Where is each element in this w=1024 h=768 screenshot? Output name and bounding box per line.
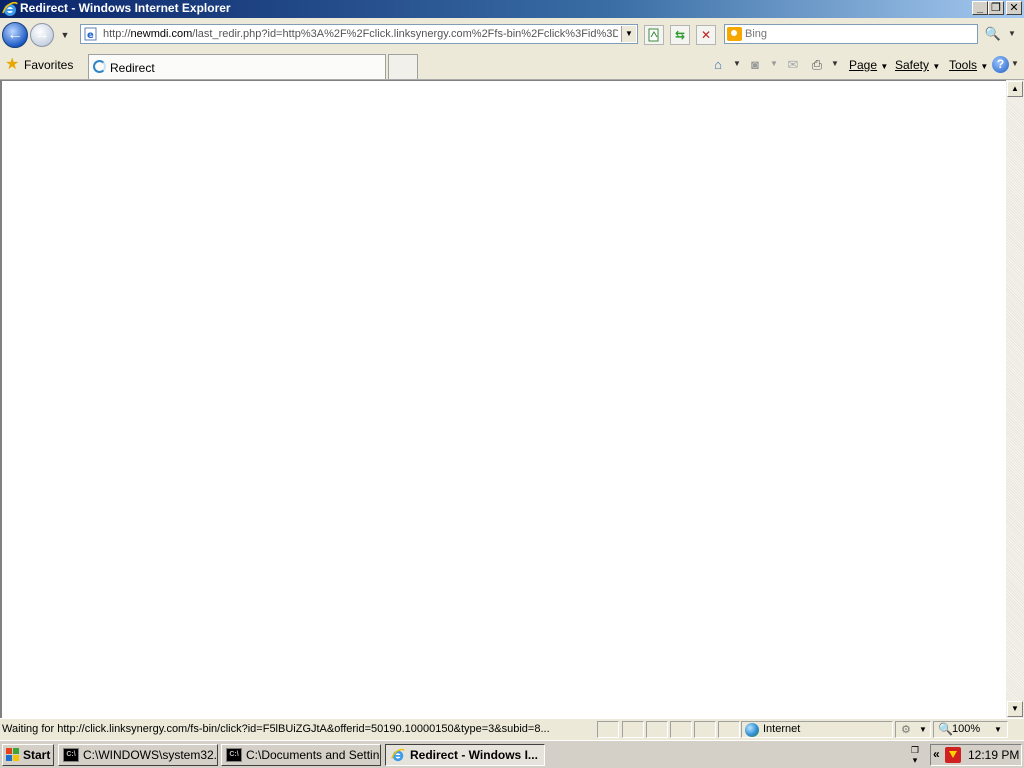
taskbar-item-cmd-documents[interactable]: C:\ C:\Documents and Settin...: [221, 744, 381, 766]
restore-windows-icon[interactable]: ❐ ▾: [908, 745, 922, 765]
stop-icon: ✕: [700, 28, 712, 42]
status-panel: [646, 721, 668, 738]
compatibility-view-icon: [648, 28, 659, 42]
feeds-icon[interactable]: ◙: [746, 57, 764, 73]
close-window-button[interactable]: ✕: [1006, 1, 1022, 15]
taskbar-item-label: C:\Documents and Settin...: [246, 748, 381, 762]
safety-menu-label: Safety: [895, 58, 930, 72]
tools-menu[interactable]: Tools ▼: [949, 58, 988, 72]
feeds-dropdown[interactable]: ▼: [770, 59, 778, 68]
bing-logo-icon: [727, 27, 742, 41]
status-panel: [718, 721, 740, 738]
url-path: /last_redir.php?id=http%3A%2F%2Fclick.li…: [192, 28, 618, 40]
address-bar[interactable]: e http://newmdi.com/last_redir.php?id=ht…: [80, 24, 638, 44]
search-icon: 🔍: [984, 26, 1002, 41]
start-button[interactable]: Start: [2, 744, 54, 766]
title-bar[interactable]: Redirect - Windows Internet Explorer _ ❐…: [0, 0, 1024, 18]
status-text: Waiting for http://click.linksynergy.com…: [2, 723, 550, 735]
recent-pages-dropdown[interactable]: ▼: [58, 28, 72, 42]
security-alert-icon[interactable]: [945, 747, 961, 763]
page-menu[interactable]: Page ▼: [849, 58, 888, 72]
print-dropdown[interactable]: ▼: [831, 59, 839, 68]
loading-spinner-icon: [93, 60, 106, 73]
refresh-button[interactable]: ⇆: [670, 25, 690, 45]
favorites-command-bar: ★ Favorites Redirect ⌂ ▼ ◙ ▼ ✉ ⎙ ▼ Page …: [0, 52, 1024, 80]
tab-redirect[interactable]: Redirect: [88, 54, 386, 79]
scroll-up-arrow-icon: ▲: [1011, 84, 1019, 93]
chevron-down-icon: ▼: [1008, 29, 1016, 38]
window-title: Redirect - Windows Internet Explorer: [20, 1, 231, 15]
svg-text:e: e: [87, 30, 94, 41]
back-button[interactable]: ←: [2, 22, 28, 48]
restore-button[interactable]: ❐: [988, 1, 1004, 15]
status-panel: [622, 721, 644, 738]
status-panel: [670, 721, 692, 738]
favorites-star-icon: ★: [5, 56, 20, 73]
navigation-bar: ← → ▼ e http://newmdi.com/last_redir.php…: [0, 18, 1024, 52]
chevron-down-icon: ▼: [919, 725, 927, 734]
help-dropdown[interactable]: ▼: [1011, 59, 1019, 68]
search-input[interactable]: [745, 26, 970, 42]
read-mail-icon[interactable]: ✉: [784, 57, 802, 73]
page-icon: e: [84, 27, 97, 41]
taskbar-item-label: C:\WINDOWS\system32...: [83, 748, 218, 762]
search-options-dropdown[interactable]: ▼: [1005, 24, 1019, 44]
taskbar-item-cmd-system32[interactable]: C:\ C:\WINDOWS\system32...: [58, 744, 218, 766]
clock[interactable]: 12:19 PM: [968, 748, 1019, 762]
scroll-up-button[interactable]: ▲: [1007, 81, 1023, 97]
address-dropdown[interactable]: ▼: [621, 26, 636, 42]
back-arrow-icon: ←: [7, 26, 23, 43]
scroll-down-button[interactable]: ▼: [1007, 701, 1023, 717]
windows-logo-icon: [6, 748, 20, 762]
zoom-level: 100%: [952, 723, 981, 735]
protected-mode-icon: ⚙: [901, 724, 911, 736]
vertical-scrollbar[interactable]: ▲ ▼: [1006, 80, 1024, 718]
compatibility-view-button[interactable]: [644, 25, 664, 45]
internet-explorer-icon: [2, 1, 18, 16]
internet-zone-globe-icon: [745, 723, 759, 737]
refresh-icon: ⇆: [674, 28, 686, 42]
status-panel: [597, 721, 619, 738]
show-hidden-icons-button[interactable]: «: [933, 747, 940, 761]
home-icon[interactable]: ⌂: [709, 57, 727, 73]
system-tray: « 12:19 PM: [930, 744, 1022, 766]
security-zone-label: Internet: [763, 723, 801, 735]
new-tab-button[interactable]: [388, 54, 418, 79]
address-url[interactable]: http://newmdi.com/last_redir.php?id=http…: [103, 27, 618, 42]
command-prompt-icon: C:\: [226, 748, 242, 762]
chevron-down-icon: ▼: [980, 62, 989, 71]
chevron-down-icon: ▼: [880, 62, 889, 71]
search-box[interactable]: [724, 24, 978, 44]
safety-menu[interactable]: Safety ▼: [895, 58, 940, 72]
chevron-down-icon: ▼: [932, 62, 941, 71]
zoom-dropdown[interactable]: ▼: [994, 725, 1002, 734]
status-panel: [694, 721, 716, 738]
search-button[interactable]: 🔍: [982, 24, 1004, 44]
page-menu-label: Page: [849, 58, 878, 72]
home-dropdown[interactable]: ▼: [733, 59, 741, 68]
taskbar-item-internet-explorer[interactable]: Redirect - Windows I...: [385, 744, 545, 766]
zoom-icon: 🔍: [938, 722, 953, 736]
url-domain: newmdi.com: [130, 28, 193, 40]
help-icon[interactable]: ?: [992, 56, 1009, 73]
taskbar: Start C:\ C:\WINDOWS\system32... C:\ C:\…: [0, 740, 1024, 768]
command-prompt-icon: C:\: [63, 748, 79, 762]
page-content-area[interactable]: [0, 80, 1006, 718]
forward-button[interactable]: →: [30, 23, 54, 47]
favorites-button[interactable]: Favorites: [24, 58, 73, 72]
minimize-button[interactable]: _: [972, 1, 988, 15]
start-label: Start: [23, 748, 51, 762]
scroll-down-arrow-icon: ▼: [1011, 704, 1019, 713]
forward-arrow-icon: →: [34, 26, 50, 43]
stop-button[interactable]: ✕: [696, 25, 716, 45]
tab-label: Redirect: [110, 61, 155, 75]
print-icon[interactable]: ⎙: [808, 57, 826, 73]
taskbar-item-label: Redirect - Windows I...: [410, 748, 538, 762]
internet-explorer-icon: [391, 748, 405, 762]
url-scheme: http://: [103, 28, 131, 40]
tools-menu-label: Tools: [949, 58, 978, 72]
chevron-down-icon: ▼: [60, 30, 70, 40]
chevron-down-icon: ▼: [625, 29, 633, 38]
status-bar: Waiting for http://click.linksynergy.com…: [0, 718, 1024, 740]
